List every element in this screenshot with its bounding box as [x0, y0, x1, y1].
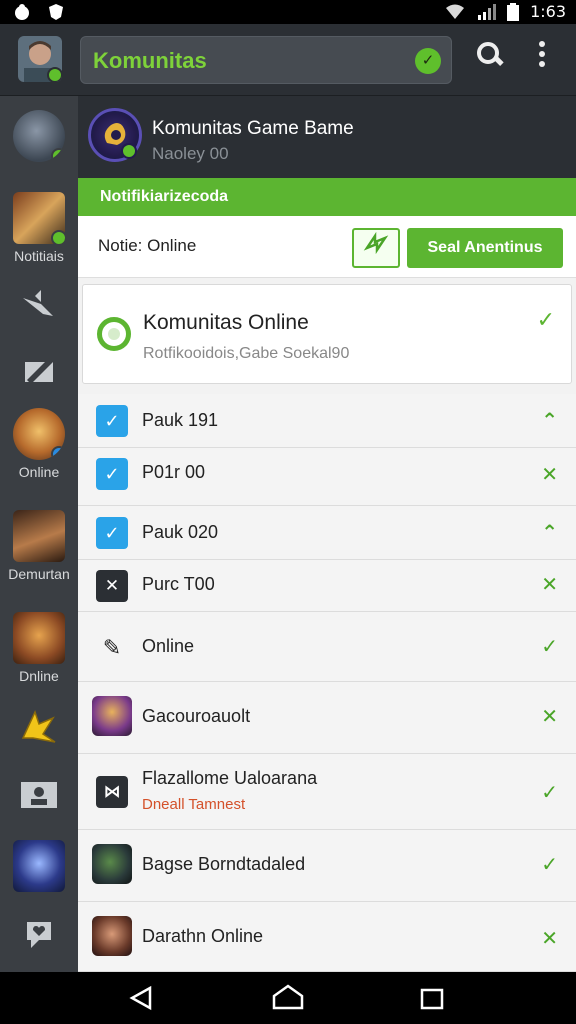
notification-icon — [15, 4, 29, 20]
sidebar-item-1[interactable] — [0, 110, 78, 162]
game-thumbnail — [92, 916, 132, 956]
send-button[interactable]: Seal Anentinus — [407, 228, 563, 268]
community-subtitle: Naoley 00 — [152, 144, 229, 163]
game-thumbnail — [13, 510, 65, 562]
sidebar-item-shark[interactable] — [0, 286, 78, 331]
check-icon[interactable]: ✓ — [541, 852, 558, 877]
community-header: Komunitas Game Bame Naoley 00 — [78, 96, 576, 178]
sidebar-label: Demurtan — [8, 566, 70, 582]
sidebar-item-dnline[interactable]: Dnline — [0, 612, 78, 684]
card-subtitle: Rotfikooidois,Gabe Soekal90 — [143, 345, 350, 362]
checkbox-icon[interactable]: ✓ — [96, 458, 128, 490]
check-icon[interactable]: ✓ — [541, 634, 558, 659]
list-item-title: Purc T00 — [142, 574, 215, 594]
status-bar: 1:63 — [0, 0, 576, 24]
app-bar: Komunitas ✓ — [0, 24, 576, 96]
pin-icon[interactable]: ⌃ — [541, 408, 558, 433]
list-item[interactable]: Darathn Online ✕ — [78, 902, 576, 972]
sidebar-item-game[interactable] — [0, 840, 78, 892]
list-item-title: Online — [142, 636, 195, 656]
sidebar-item-demurtan[interactable]: Demurtan — [0, 510, 78, 582]
sidebar-item-online[interactable]: Online — [0, 408, 78, 480]
home-icon[interactable] — [264, 982, 312, 1014]
list-item[interactable]: ⋈ Flazallome Ualoarana Dneall Tamnest ✓ — [78, 754, 576, 830]
remove-icon[interactable]: ✕ — [541, 572, 558, 597]
online-status-card[interactable]: Komunitas Online Rotfikooidois,Gabe Soek… — [82, 284, 572, 384]
game-controller-icon: ⋈ — [96, 776, 128, 808]
notifications-bar: Notifikiarizecoda — [78, 178, 576, 216]
check-icon[interactable]: ✓ — [541, 780, 558, 805]
recents-icon[interactable] — [408, 982, 456, 1014]
sidebar-item-star[interactable] — [0, 708, 78, 753]
sidebar: Notitiais Online Demurtan Dnline — [0, 96, 78, 972]
status-time: 1:63 — [530, 2, 566, 21]
refresh-icon — [363, 231, 389, 255]
game-thumbnail — [92, 844, 132, 884]
back-icon[interactable] — [118, 982, 166, 1014]
sidebar-item-profile[interactable] — [0, 778, 78, 815]
game-thumbnail — [92, 696, 132, 736]
checkbox-icon[interactable]: ✓ — [96, 517, 128, 549]
remove-icon[interactable]: ✕ — [541, 926, 558, 951]
search-box[interactable]: Komunitas ✓ — [80, 36, 452, 84]
list-item-title: Darathn Online — [142, 926, 264, 946]
list-item[interactable]: ✎ Online ✓ — [78, 612, 576, 682]
user-avatar[interactable] — [18, 36, 62, 82]
verified-check-icon: ✓ — [415, 48, 441, 74]
battery-icon — [507, 2, 520, 21]
check-icon: ✓ — [536, 307, 555, 332]
search-icon[interactable] — [470, 40, 510, 80]
list-item[interactable]: ✓ P01r 00 ✕ — [78, 448, 576, 506]
list-item-title: Pauk 020 — [142, 522, 219, 542]
list-item[interactable]: Bagse Borndtadaled ✓ — [78, 830, 576, 902]
remove-icon[interactable]: ✕ — [541, 462, 558, 487]
dashboard-icon — [25, 358, 53, 384]
online-ring-icon — [97, 317, 131, 351]
sidebar-item-chat[interactable] — [0, 914, 78, 959]
list-item-title: Gacouroauolt — [142, 706, 251, 726]
game-thumbnail — [13, 192, 65, 244]
list-item-title: Pauk 191 — [142, 410, 219, 430]
pin-icon[interactable]: ⌃ — [541, 520, 558, 545]
list-item-title: Bagse Borndtadaled — [142, 854, 306, 874]
community-avatar[interactable] — [88, 108, 142, 162]
refresh-button[interactable] — [352, 228, 400, 268]
more-options-icon[interactable] — [528, 40, 556, 80]
lightning-star-icon — [21, 709, 56, 743]
shield-icon — [49, 4, 63, 20]
app-title: Komunitas — [93, 48, 207, 73]
sidebar-label: Online — [18, 464, 60, 480]
wifi-icon — [446, 4, 465, 19]
notification-settings-row: Notie: Online Seal Anentinus — [78, 216, 576, 278]
game-thumbnail — [13, 612, 65, 664]
sidebar-label: Dnline — [19, 668, 59, 684]
signal-icon — [478, 3, 497, 20]
community-title: Komunitas Game Bame — [152, 118, 354, 139]
edit-icon: ✎ — [102, 635, 122, 660]
game-thumbnail — [13, 110, 65, 162]
checkbox-icon[interactable]: ✕ — [96, 570, 128, 602]
list-item-title: Flazallome Ualoarana — [142, 768, 318, 788]
game-thumbnail — [13, 840, 65, 892]
navigation-bar — [0, 972, 576, 1024]
list-item[interactable]: Gacouroauolt ✕ — [78, 682, 576, 754]
notification-label: Notie: Online — [98, 236, 197, 255]
card-title: Komunitas Online — [143, 311, 309, 334]
list-item[interactable]: ✓ Pauk 020 ⌃ — [78, 506, 576, 560]
list-item[interactable]: ✕ Purc T00 ✕ — [78, 560, 576, 612]
sidebar-label: Notitiais — [14, 248, 64, 264]
list-item[interactable]: ✓ Pauk 191 ⌃ — [78, 394, 576, 448]
main-content: Komunitas Game Bame Naoley 00 Notifikiar… — [78, 96, 576, 972]
list-item-title: P01r 00 — [142, 462, 206, 482]
profile-card-icon — [21, 782, 57, 808]
game-thumbnail — [13, 408, 65, 460]
checkbox-icon[interactable]: ✓ — [96, 405, 128, 437]
chat-heart-icon — [27, 922, 51, 948]
shark-icon — [23, 290, 53, 316]
list-item-subtitle: Dneall Tamnest — [142, 796, 246, 813]
remove-icon[interactable]: ✕ — [541, 704, 558, 729]
sidebar-item-dashboard[interactable] — [0, 350, 78, 395]
sidebar-item-notifications[interactable]: Notitiais — [0, 192, 78, 264]
